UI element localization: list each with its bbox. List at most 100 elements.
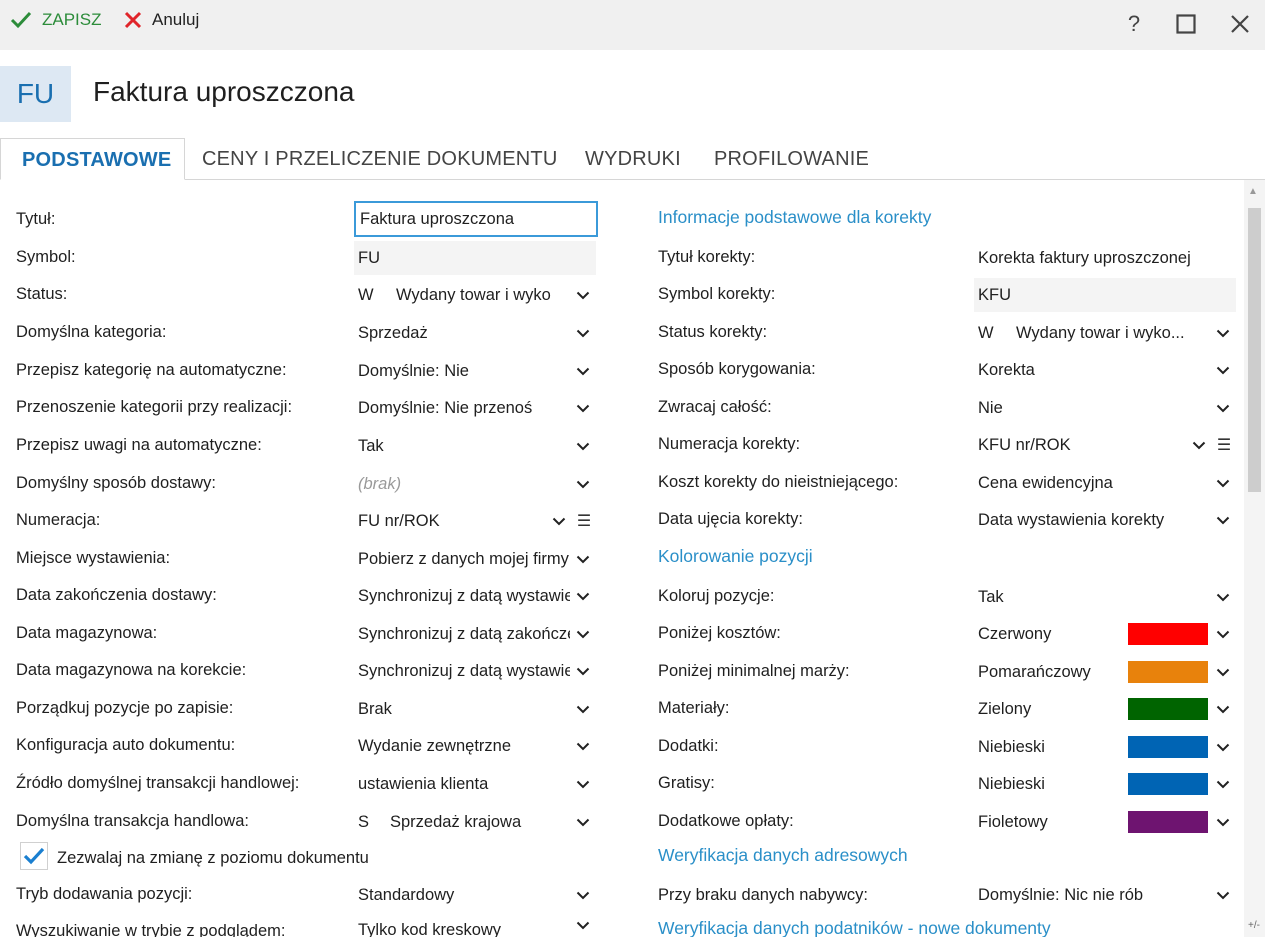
materials-label: Materiały: [658, 699, 730, 717]
rewrite-notes-select[interactable]: Tak [354, 429, 596, 463]
document-badge: FU [0, 66, 71, 122]
numbering-select[interactable]: FU nr/ROK ☰ [354, 504, 596, 538]
extra-fees-color-select[interactable]: Fioletowy [974, 805, 1236, 839]
allow-change-checkbox[interactable] [20, 842, 48, 870]
rewrite-notes-label: Przepisz uwagi na automatyczne: [16, 436, 262, 454]
transaction-source-select[interactable]: ustawienia klienta [354, 767, 596, 801]
correction-symbol-value: KFU [974, 278, 1236, 312]
close-window-button[interactable] [1226, 10, 1254, 38]
chevron-down-icon [570, 742, 596, 751]
chevron-down-icon [570, 442, 596, 451]
rewrite-category-select[interactable]: Domyślnie: Nie [354, 354, 596, 388]
menu-icon[interactable]: ☰ [572, 511, 596, 531]
symbol-value: FU [354, 241, 596, 275]
chevron-down-icon [546, 517, 572, 526]
chevron-down-icon [570, 921, 596, 930]
help-button[interactable]: ? [1120, 10, 1148, 38]
chevron-down-icon [570, 480, 596, 489]
add-mode-select[interactable]: Standardowy [354, 878, 596, 912]
correction-cost-label: Koszt korekty do nieistniejącego: [658, 473, 899, 491]
warehouse-date-correction-select[interactable]: Synchronizuj z datą wystawienia [354, 654, 596, 688]
sort-positions-select[interactable]: Brak [354, 692, 596, 726]
warehouse-date-label: Data magazynowa: [16, 624, 158, 642]
chevron-down-icon [570, 367, 596, 376]
tab-podstawowe[interactable]: PODSTAWOWE [0, 138, 186, 180]
chevron-down-icon [1210, 743, 1236, 752]
return-all-select[interactable]: Nie [974, 391, 1236, 425]
color-positions-select[interactable]: Tak [974, 580, 1236, 614]
default-category-label: Domyślna kategoria: [16, 323, 167, 341]
correction-title-input[interactable]: Korekta faktury uproszczonej [974, 241, 1236, 275]
close-icon [124, 11, 142, 29]
correction-date-select[interactable]: Data wystawienia korekty [974, 503, 1236, 537]
section-address-verification: Weryfikacja danych adresowych [658, 845, 908, 865]
additions-color-select[interactable]: Niebieski [974, 730, 1236, 764]
chevron-down-icon [570, 705, 596, 714]
cancel-button[interactable]: Anuluj [124, 10, 199, 30]
chevron-down-icon [1210, 516, 1236, 525]
status-select[interactable]: W Wydany towar i wyko [354, 278, 596, 312]
correction-date-label: Data ujęcia korekty: [658, 510, 803, 528]
title-input[interactable]: Faktura uproszczona [354, 201, 598, 237]
sort-positions-label: Porządkuj pozycje po zapisie: [16, 699, 234, 717]
below-margin-label: Poniżej minimalnej marży: [658, 662, 850, 680]
issue-place-select[interactable]: Pobierz z danych mojej firmy [354, 542, 596, 576]
chevron-down-icon [570, 891, 596, 900]
save-button-label: ZAPISZ [42, 10, 102, 29]
correction-status-select[interactable]: W Wydany towar i wyko... [974, 316, 1236, 350]
chevron-down-icon [570, 329, 596, 338]
color-swatch [1128, 661, 1208, 683]
category-transfer-select[interactable]: Domyślnie: Nie przenoś [354, 391, 596, 425]
chevron-down-icon [1210, 668, 1236, 677]
chevron-down-icon [1210, 404, 1236, 413]
tab-wydruki[interactable]: WYDRUKI [585, 138, 681, 180]
auto-document-config-select[interactable]: Wydanie zewnętrzne [354, 729, 596, 763]
status-label: Status: [16, 285, 68, 303]
delivery-end-date-label: Data zakończenia dostawy: [16, 586, 217, 604]
chevron-down-icon [570, 818, 596, 827]
missing-buyer-data-select[interactable]: Domyślnie: Nic nie rób [974, 878, 1236, 912]
correction-symbol-label: Symbol korekty: [658, 285, 776, 303]
color-positions-label: Koloruj pozycje: [658, 587, 775, 605]
tab-ceny[interactable]: CENY I PRZELICZENIE DOKUMENTU [202, 138, 557, 180]
delivery-method-select[interactable]: (brak) [354, 467, 596, 501]
cancel-button-label: Anuluj [152, 10, 200, 29]
materials-color-select[interactable]: Zielony [974, 692, 1236, 726]
section-coloring: Kolorowanie pozycji [658, 546, 813, 566]
scroll-up-icon[interactable]: ▲ [1248, 186, 1258, 197]
chevron-down-icon [1210, 705, 1236, 714]
below-cost-color-select[interactable]: Czerwony [974, 617, 1236, 651]
vertical-scrollbar[interactable]: ▲ [1244, 180, 1265, 937]
warehouse-date-select[interactable]: Synchronizuj z datą zakończenia [354, 617, 596, 651]
default-category-select[interactable]: Sprzedaż [354, 316, 596, 350]
correction-cost-select[interactable]: Cena ewidencyjna [974, 466, 1236, 500]
color-swatch [1128, 736, 1208, 758]
top-toolbar: ZAPISZ Anuluj ? [0, 0, 1265, 50]
gifts-color-select[interactable]: Niebieski [974, 767, 1236, 801]
additions-label: Dodatki: [658, 737, 719, 755]
chevron-down-icon [1210, 366, 1236, 375]
scrollbar-thumb[interactable] [1248, 208, 1261, 492]
delivery-end-date-select[interactable]: Synchronizuj z datą wystawienia [354, 579, 596, 613]
color-swatch [1128, 811, 1208, 833]
chevron-down-icon [570, 555, 596, 564]
chevron-down-icon [570, 780, 596, 789]
menu-icon[interactable]: ☰ [1212, 435, 1236, 455]
preview-search-select[interactable]: Tylko kod kreskowy [354, 915, 596, 937]
correction-numbering-select[interactable]: KFU nr/ROK ☰ [974, 428, 1236, 462]
tab-bar: PODSTAWOWE CENY I PRZELICZENIE DOKUMENTU… [0, 138, 1265, 180]
tab-profilowanie[interactable]: PROFILOWANIE [714, 138, 869, 180]
correction-method-label: Sposób korygowania: [658, 360, 816, 378]
zoom-toggle[interactable]: +/- [1248, 920, 1260, 931]
maximize-button[interactable] [1172, 10, 1200, 38]
default-transaction-select[interactable]: S Sprzedaż krajowa [354, 805, 596, 839]
title-label: Tytuł: [16, 210, 56, 228]
save-button[interactable]: ZAPISZ [10, 10, 102, 30]
below-margin-color-select[interactable]: Pomarańczowy [974, 655, 1236, 689]
chevron-down-icon [570, 592, 596, 601]
auto-document-config-label: Konfiguracja auto dokumentu: [16, 736, 236, 754]
correction-method-select[interactable]: Korekta [974, 353, 1236, 387]
preview-search-label: Wyszukiwanie w trybie z podglądem: [16, 922, 286, 937]
symbol-label: Symbol: [16, 248, 76, 266]
issue-place-label: Miejsce wystawienia: [16, 549, 171, 567]
